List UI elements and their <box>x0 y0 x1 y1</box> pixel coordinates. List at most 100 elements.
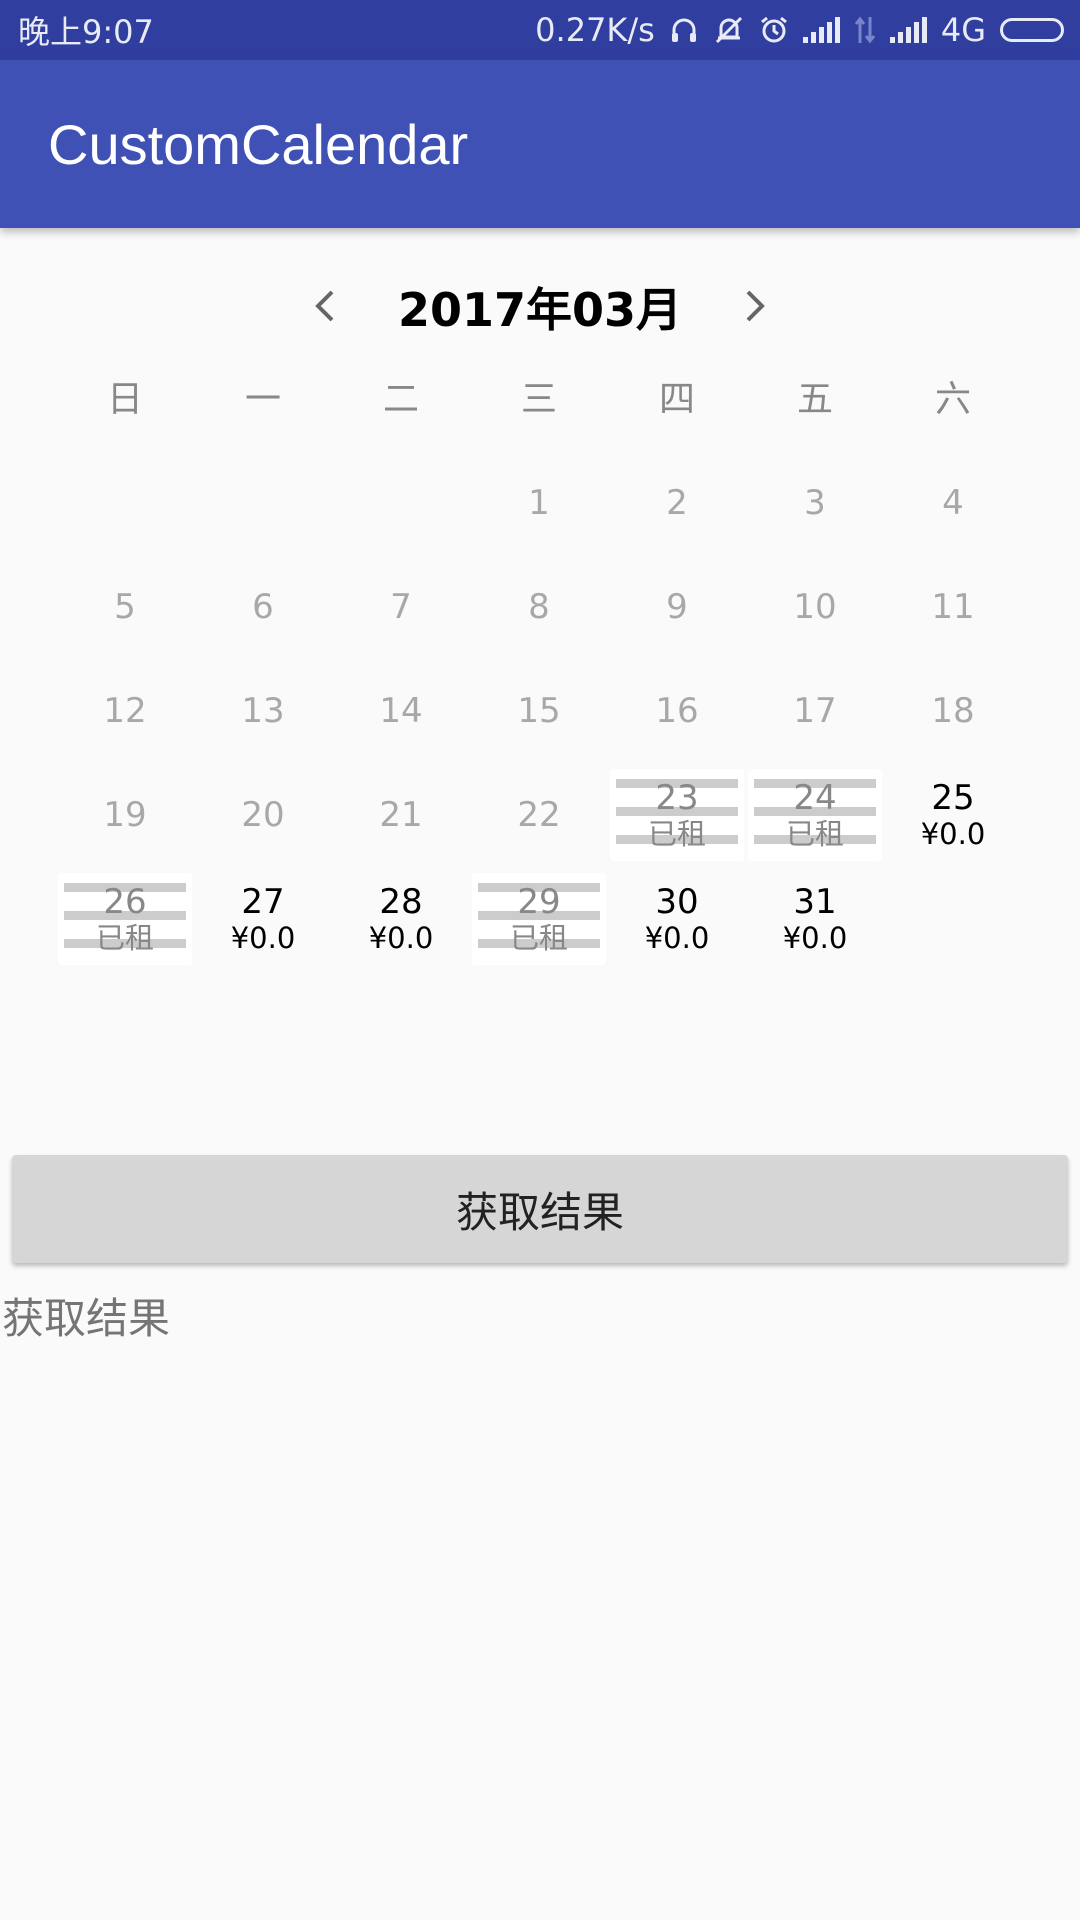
day-number: 22 <box>517 795 561 835</box>
rented-label: 已租 <box>95 921 154 955</box>
day-cell-10: 10 <box>746 555 884 659</box>
rented-label: 已租 <box>509 921 568 955</box>
day-cell-12: 12 <box>56 659 194 763</box>
rented-label: 已租 <box>785 817 844 851</box>
day-cell-15: 15 <box>470 659 608 763</box>
day-number: 2 <box>666 483 688 523</box>
result-text: 获取结果 <box>2 1294 171 1343</box>
day-cell-4: 4 <box>884 451 1022 555</box>
day-number: 29 <box>517 882 561 922</box>
calendar-grid: 1 2 3 4 5 6 7 8 9 10 11 12 13 14 15 16 17 18 19 20 21 22 23 已租 2… <box>56 451 1022 971</box>
day-cell-21: 21 <box>332 763 470 867</box>
day-cell-19: 19 <box>56 763 194 867</box>
day-number: 7 <box>390 587 412 627</box>
chevron-right-icon <box>746 290 765 322</box>
empty-day-cell <box>332 451 470 555</box>
day-cell-18: 18 <box>884 659 1022 763</box>
network-speed: 0.27K/s <box>535 11 655 49</box>
status-bar: 晚上9:07 0.27K/s 4G <box>0 0 1080 60</box>
day-cell-17: 17 <box>746 659 884 763</box>
day-number: 15 <box>517 691 561 731</box>
day-number: 1 <box>528 483 550 523</box>
app-bar: CustomCalendar <box>0 60 1080 228</box>
day-number: 26 <box>103 882 147 922</box>
app-title: CustomCalendar <box>48 112 469 176</box>
day-number: 6 <box>252 587 274 627</box>
empty-day-cell <box>194 451 332 555</box>
price-label: ¥0.0 <box>368 921 434 955</box>
day-cell-2: 2 <box>608 451 746 555</box>
day-number: 17 <box>793 691 837 731</box>
weekday-label: 一 <box>244 379 281 420</box>
day-cell-30[interactable]: 30 ¥0.0 <box>608 867 746 971</box>
day-cell-22: 22 <box>470 763 608 867</box>
price-label: ¥0.0 <box>782 921 848 955</box>
day-cell-20: 20 <box>194 763 332 867</box>
price-label: ¥0.0 <box>644 921 710 955</box>
signal-icon-2 <box>889 17 927 43</box>
day-cell-1: 1 <box>470 451 608 555</box>
day-number: 3 <box>804 483 826 523</box>
price-label: ¥0.0 <box>230 921 296 955</box>
status-icons: 0.27K/s 4G <box>535 11 1064 49</box>
weekday-label: 二 <box>382 379 419 420</box>
day-cell-24[interactable]: 24 已租 <box>748 769 882 861</box>
day-number: 25 <box>931 778 975 818</box>
day-cell-25[interactable]: 25 ¥0.0 <box>884 763 1022 867</box>
day-cell-27[interactable]: 27 ¥0.0 <box>194 867 332 971</box>
day-number: 4 <box>942 483 964 523</box>
day-number: 12 <box>103 691 147 731</box>
weekday-header: 日 一 二 三 四 五 六 <box>56 370 1022 430</box>
day-cell-16: 16 <box>608 659 746 763</box>
day-cell-31[interactable]: 31 ¥0.0 <box>746 867 884 971</box>
day-number: 31 <box>793 882 837 922</box>
day-number: 11 <box>931 587 975 627</box>
next-month-button[interactable] <box>725 276 785 336</box>
day-cell-26[interactable]: 26 已租 <box>58 873 192 965</box>
day-number: 23 <box>655 778 699 818</box>
day-number: 8 <box>528 587 550 627</box>
day-cell-9: 9 <box>608 555 746 659</box>
day-number: 20 <box>241 795 285 835</box>
rented-label: 已租 <box>647 817 706 851</box>
day-cell-3: 3 <box>746 451 884 555</box>
day-number: 13 <box>241 691 285 731</box>
day-cell-29[interactable]: 29 已租 <box>472 873 606 965</box>
day-cell-23[interactable]: 23 已租 <box>610 769 744 861</box>
day-cell-13: 13 <box>194 659 332 763</box>
battery-icon <box>1000 18 1064 42</box>
network-type: 4G <box>940 11 986 49</box>
signal-icon <box>802 17 840 43</box>
weekday-label: 六 <box>934 379 971 420</box>
weekday-label: 四 <box>658 379 695 420</box>
get-result-button[interactable]: 获取结果 <box>12 1155 1068 1263</box>
day-cell-7: 7 <box>332 555 470 659</box>
day-cell-8: 8 <box>470 555 608 659</box>
status-time: 晚上9:07 <box>18 13 154 51</box>
day-cell-5: 5 <box>56 555 194 659</box>
weekday-label: 三 <box>520 379 557 420</box>
day-number: 10 <box>793 587 837 627</box>
empty-day-cell <box>56 451 194 555</box>
chevron-left-icon <box>315 290 334 322</box>
day-number: 24 <box>793 778 837 818</box>
alarm-icon <box>759 15 789 45</box>
day-number: 14 <box>379 691 423 731</box>
day-number: 28 <box>379 882 423 922</box>
day-cell-6: 6 <box>194 555 332 659</box>
day-number: 30 <box>655 882 699 922</box>
day-number: 9 <box>666 587 688 627</box>
weekday-label: 日 <box>106 379 143 420</box>
weekday-label: 五 <box>796 379 833 420</box>
day-number: 16 <box>655 691 699 731</box>
day-number: 18 <box>931 691 975 731</box>
data-transfer-icon <box>854 15 876 45</box>
day-cell-28[interactable]: 28 ¥0.0 <box>332 867 470 971</box>
day-cell-14: 14 <box>332 659 470 763</box>
day-number: 5 <box>114 587 136 627</box>
headset-icon <box>669 15 699 45</box>
day-number: 21 <box>379 795 423 835</box>
day-number: 27 <box>241 882 285 922</box>
month-title: 2017年03月 <box>397 283 683 337</box>
calendar-header: 2017年03月 <box>0 258 1080 348</box>
